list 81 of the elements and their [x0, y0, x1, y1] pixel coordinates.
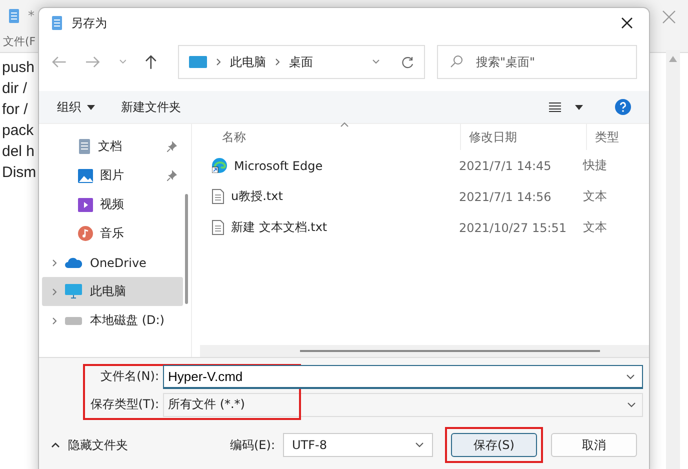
file-name[interactable]: 新建 文本文档.txt: [231, 219, 328, 236]
column-header[interactable]: 修改日期: [460, 124, 586, 150]
monitor-icon: [189, 56, 208, 68]
scrollbar[interactable]: [300, 350, 600, 352]
table-cell-text: 文本: [582, 188, 608, 205]
monitor-icon: [65, 284, 82, 299]
text-file-icon: [212, 189, 224, 204]
cancel-button[interactable]: 取消: [551, 433, 637, 457]
close-icon[interactable]: [621, 17, 633, 29]
field-label: 文件名(N):: [100, 368, 160, 385]
forward-arrow-icon[interactable]: [84, 55, 101, 69]
scroll-up-arrow-icon[interactable]: [669, 56, 677, 62]
chevron-down-icon[interactable]: [627, 402, 636, 408]
dialog-title: 另存为: [71, 14, 107, 32]
chevron-down-icon[interactable]: [415, 442, 424, 448]
browser-icon: [212, 158, 227, 173]
caret-icon: [51, 442, 60, 448]
filetype-dropdown[interactable]: 所有文件 (*.*): [163, 392, 643, 416]
sidebar-item[interactable]: 音乐: [42, 219, 183, 248]
chevron-down-icon[interactable]: [626, 374, 635, 380]
organize-button[interactable]: 组织: [57, 96, 95, 118]
encoding-dropdown[interactable]: UTF-8: [283, 433, 433, 457]
hide-folders-button[interactable]: 隐藏文件夹: [51, 432, 128, 458]
text-line: push: [2, 58, 35, 78]
sort-caret-icon: [340, 122, 349, 127]
caret-icon: [87, 104, 95, 110]
refresh-icon[interactable]: [400, 56, 414, 68]
back-arrow-icon[interactable]: [51, 55, 67, 69]
sidebar-item[interactable]: 此电脑: [42, 277, 183, 306]
encoding-label: 编码(E):: [230, 436, 275, 454]
pin-icon[interactable]: [167, 141, 177, 152]
view-menu-icon[interactable]: [549, 102, 561, 112]
field-label: 保存类型(T):: [89, 396, 160, 413]
breadcrumb-item[interactable]: 桌面: [289, 54, 314, 70]
picture-icon: [78, 168, 93, 182]
search-icon: [450, 55, 463, 68]
notepad-icon: [51, 15, 63, 31]
chevron-right-icon[interactable]: [52, 288, 57, 296]
table-cell-text: 2021/7/1 14:45: [458, 158, 552, 172]
sidebar-item[interactable]: 文档: [42, 132, 183, 161]
text-line: for /: [2, 100, 28, 120]
file-name[interactable]: Microsoft Edge: [234, 158, 323, 172]
table-cell-text: 2021/7/1 14:56: [458, 190, 552, 204]
chevron-right-icon: [275, 58, 280, 66]
video-icon: [78, 198, 93, 212]
chevron-right-icon[interactable]: [52, 258, 57, 266]
document-icon: [78, 139, 91, 154]
chevron-down-icon[interactable]: [372, 59, 380, 65]
pin-icon[interactable]: [167, 170, 177, 181]
chevron-right-icon[interactable]: [52, 316, 57, 324]
save-button[interactable]: 保存(S): [451, 433, 537, 457]
sidebar-item[interactable]: 本地磁盘 (D:): [42, 306, 183, 335]
address-bar[interactable]: 此电脑 桌面: [178, 45, 425, 79]
dropdown-caret-icon[interactable]: [575, 104, 583, 110]
column-header[interactable]: 类型: [586, 124, 649, 150]
filename-field[interactable]: Hyper-V.cmd: [163, 364, 643, 388]
notepad-icon: [8, 8, 20, 24]
table-cell-text: 快捷: [582, 157, 608, 174]
text-line: pack: [2, 121, 34, 141]
table-cell-text: 文本: [582, 219, 608, 236]
sidebar-item[interactable]: 视频: [42, 190, 183, 219]
text-line: dir /: [2, 79, 28, 99]
new-folder-button[interactable]: 新建文件夹: [121, 96, 181, 118]
text-line: Dism: [2, 163, 36, 183]
sidebar-item[interactable]: 图片: [42, 161, 183, 190]
breadcrumb-item[interactable]: 此电脑: [230, 54, 266, 70]
chevron-right-icon: [216, 58, 222, 66]
table-cell-text: 2021/10/27 15:51: [458, 220, 568, 234]
window-title: *: [28, 8, 34, 24]
up-arrow-icon[interactable]: [144, 54, 158, 70]
search-field[interactable]: 搜索"桌面": [436, 45, 637, 79]
file-name[interactable]: u教授.txt: [231, 188, 283, 205]
scrollbar[interactable]: [666, 50, 680, 469]
text-file-icon: [212, 220, 224, 235]
sidebar-item[interactable]: OneDrive: [42, 248, 183, 277]
cloud-icon: [65, 257, 82, 268]
scrollbar[interactable]: [185, 194, 188, 304]
column-header[interactable]: 名称: [200, 124, 460, 150]
help-icon[interactable]: [615, 99, 631, 115]
music-icon: [78, 226, 93, 241]
text-line: del h: [2, 142, 35, 162]
